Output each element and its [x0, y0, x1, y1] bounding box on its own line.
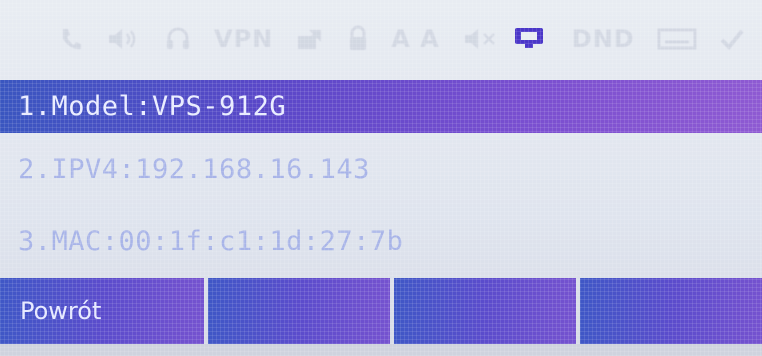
phone-screen: VPN A A DND 1.Model:VPS-912G 2.IPV4:192.…: [0, 0, 762, 356]
softkey-2[interactable]: [207, 278, 390, 344]
status-bar: VPN A A DND: [0, 0, 762, 78]
text-size-icon: A A: [391, 25, 440, 53]
lock-icon: [347, 25, 369, 53]
softkey-4[interactable]: [579, 278, 762, 344]
headset-icon: [164, 25, 192, 53]
list-item-model[interactable]: 1.Model:VPS-912G: [0, 80, 762, 133]
network-icon: [514, 27, 544, 49]
phone-icon: [58, 26, 84, 52]
list-item-label: 3.MAC:00:1f:c1:1d:27:7b: [18, 225, 404, 257]
list-item-label: 2.IPV4:192.168.16.143: [18, 153, 370, 185]
voicemail-icon: [657, 26, 697, 52]
missed-call-icon: [719, 26, 745, 52]
mute-icon: [462, 26, 498, 52]
softkey-bar: Powrót: [0, 278, 762, 344]
forward-icon: [295, 26, 325, 52]
vpn-label: VPN: [214, 25, 274, 53]
speaker-icon: [106, 26, 142, 52]
back-softkey-label: Powrót: [20, 297, 102, 325]
screen-bottom-edge: [0, 344, 762, 356]
list-item-mac[interactable]: 3.MAC:00:1f:c1:1d:27:7b: [0, 205, 762, 277]
back-softkey[interactable]: Powrót: [0, 278, 204, 344]
list-item-ipv4[interactable]: 2.IPV4:192.168.16.143: [0, 133, 762, 205]
dnd-label: DND: [571, 25, 635, 53]
info-list: 1.Model:VPS-912G 2.IPV4:192.168.16.143 3…: [0, 78, 762, 277]
softkey-3[interactable]: [393, 278, 576, 344]
list-item-label: 1.Model:VPS-912G: [18, 91, 287, 122]
